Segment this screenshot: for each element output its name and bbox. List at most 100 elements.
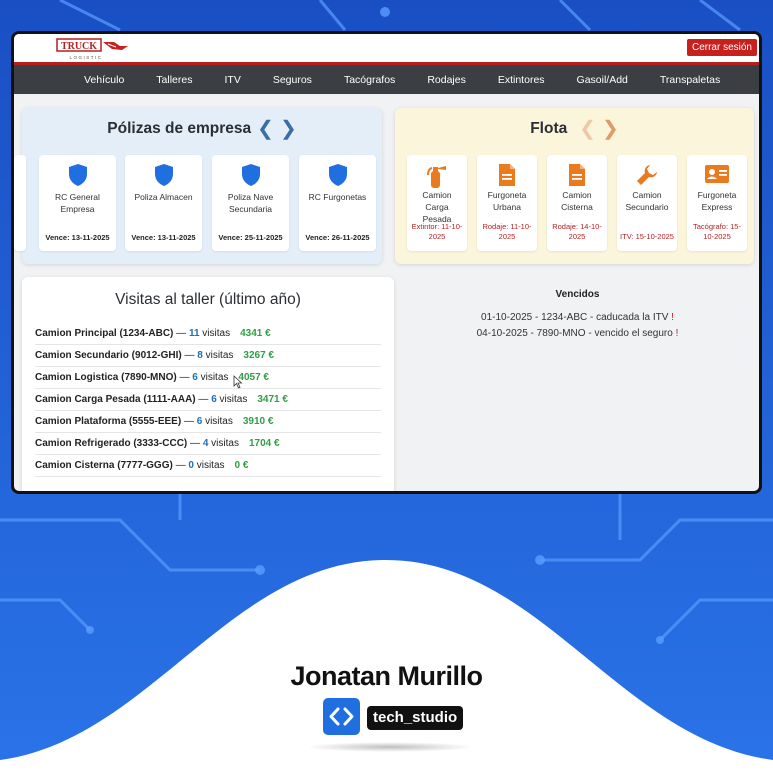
warning-mark: ! bbox=[671, 312, 674, 323]
visit-unit: visitas bbox=[202, 328, 231, 339]
visit-row: Camion Cisterna (7777-GGG) — 0 visitas 0 … bbox=[35, 455, 381, 477]
separator: — bbox=[190, 438, 201, 449]
expired-item: 01-10-2025 - 1234-ABC - caducada la ITV … bbox=[401, 310, 754, 326]
visit-cost: 3910 € bbox=[242, 416, 274, 427]
policy-due-date: Vence: 13-11-2025 bbox=[45, 233, 110, 242]
expired-title: Vencidos bbox=[555, 289, 600, 300]
nav-item-talleres[interactable]: Talleres bbox=[140, 74, 208, 86]
nav-item-transpaletas[interactable]: Transpaletas bbox=[644, 74, 736, 86]
brand-shadow bbox=[305, 742, 475, 752]
nav-item-vehiculo[interactable]: Vehículo bbox=[68, 74, 140, 86]
policy-due-date: Vence: 26-11-2025 bbox=[305, 233, 370, 242]
separator: — bbox=[176, 328, 187, 339]
visit-unit: visitas bbox=[205, 350, 234, 361]
nav-item-itv[interactable]: ITV bbox=[208, 74, 256, 86]
fleet-vehicle-card[interactable]: Furgoneta Urbana Rodaje: 11-10-2025 bbox=[477, 155, 537, 251]
visit-row: Camion Logistica (7890-MNO) — 6 visitas 4… bbox=[35, 367, 381, 389]
vehicle-alert: ITV: 15-10-2025 bbox=[620, 232, 674, 241]
visit-count: 6 bbox=[192, 372, 198, 383]
code-brackets-icon bbox=[323, 698, 360, 735]
visit-row: Camion Carga Pesada (1111-AAA) — 6 visit… bbox=[35, 389, 381, 411]
app-window: TRUCK LOGISTIC Cerrar sesión Vehículo Tal… bbox=[11, 31, 762, 494]
fleet-vehicle-card[interactable]: Camion Carga Pesada Extintor: 11-10-2025 bbox=[407, 155, 467, 251]
fleet-panel: Flota ❮ ❯ Camion Carga Pesada Extintor: 1… bbox=[395, 108, 754, 264]
chevron-left-icon[interactable]: ❮ bbox=[579, 119, 596, 139]
chevron-right-icon[interactable]: ❯ bbox=[280, 119, 297, 139]
fleet-vehicle-card[interactable]: Furgoneta Express Tacógrafo: 15-10-2025 bbox=[687, 155, 747, 251]
logo-subtext: LOGISTIC bbox=[69, 55, 102, 60]
vehicle-name: Camion Cisterna bbox=[561, 190, 593, 212]
warning-mark: ! bbox=[675, 328, 679, 339]
visit-unit: visitas bbox=[205, 416, 233, 427]
visit-unit: visitas bbox=[200, 372, 229, 383]
policy-card[interactable]: Poliza Nave Secundaria Vence: 25-11-2025 bbox=[212, 155, 289, 251]
shield-icon bbox=[241, 163, 261, 192]
chevron-right-icon[interactable]: ❯ bbox=[602, 119, 619, 139]
fleet-vehicle-card[interactable]: Camion Secundario ITV: 15-10-2025 bbox=[617, 155, 677, 251]
policy-card[interactable]: RC General Empresa Vence: 13-11-2025 bbox=[39, 155, 116, 251]
policy-due-date: Vence: 13-11-2025 bbox=[131, 233, 196, 242]
visit-unit: visitas bbox=[211, 438, 239, 449]
nav-item-extintores[interactable]: Extintores bbox=[482, 74, 561, 86]
separator: — bbox=[183, 416, 194, 427]
logo-text: TRUCK bbox=[61, 41, 97, 52]
visit-row: Camion Refrigerado (3333-CCC) — 4 visita… bbox=[35, 433, 381, 455]
visit-list: Camion Principal (1234-ABC) — 11 visitas… bbox=[35, 323, 381, 477]
expired-section: Vencidos 01-10-2025 - 1234-ABC - caducad… bbox=[401, 289, 754, 342]
visit-cost: 3471 € bbox=[257, 394, 288, 405]
vehicle-name: Furgoneta Urbana bbox=[487, 190, 527, 212]
shield-icon bbox=[328, 163, 348, 192]
vehicle-alert: Rodaje: 14-10-2025 bbox=[552, 222, 602, 241]
separator: — bbox=[175, 460, 186, 471]
mouse-cursor-icon bbox=[233, 375, 243, 389]
policy-name: RC Furgonetas bbox=[308, 192, 367, 202]
separator: — bbox=[179, 372, 190, 383]
main-navbar: Vehículo Talleres ITV Seguros Tacógrafos Roda… bbox=[14, 65, 759, 94]
expired-text: 01-10-2025 - 1234-ABC - caducada la ITV bbox=[481, 312, 669, 323]
company-policies-panel: Pólizas de empresa ❮ ❯ RC General Empres… bbox=[14, 108, 382, 264]
vehicle-alert: Extintor: 11-10-2025 bbox=[411, 222, 463, 241]
vehicle-name: Camion Plataforma (5555-EEE) bbox=[35, 416, 182, 427]
visit-count: 0 bbox=[188, 460, 194, 471]
policy-card[interactable]: Poliza Almacen Vence: 13-11-2025 bbox=[125, 155, 202, 251]
vehicle-name: Furgoneta Express bbox=[697, 190, 737, 212]
top-bar: TRUCK LOGISTIC Cerrar sesión bbox=[14, 34, 759, 65]
document-icon bbox=[497, 163, 517, 192]
nav-item-tacografos[interactable]: Tacógrafos bbox=[328, 74, 411, 86]
visit-cost: 4341 € bbox=[240, 328, 271, 339]
policy-due-date: Vence: 25-11-2025 bbox=[218, 233, 283, 242]
shield-icon bbox=[154, 163, 174, 192]
vehicle-name: Camion Logistica (7890-MNO) bbox=[35, 372, 177, 383]
vehicle-alert: Tacógrafo: 15-10-2025 bbox=[693, 222, 741, 241]
policy-name: RC General Empresa bbox=[55, 192, 100, 214]
separator: — bbox=[198, 394, 209, 405]
nav-item-rodajes[interactable]: Rodajes bbox=[411, 74, 482, 86]
id-card-icon bbox=[704, 163, 730, 190]
separator: — bbox=[184, 350, 195, 361]
truck-logistic-logo[interactable]: TRUCK LOGISTIC bbox=[56, 37, 130, 61]
author-name: Jonatan Murillo bbox=[290, 661, 483, 691]
expired-text: 04-10-2025 - 7890-MNO - vencido el segur… bbox=[476, 328, 673, 339]
visit-row: Camion Secundario (9012-GHI) — 8 visitas… bbox=[35, 345, 381, 367]
visit-cost: 0 € bbox=[234, 460, 249, 471]
policies-title: Pólizas de empresa bbox=[107, 120, 252, 137]
policy-card[interactable]: RC Furgonetas Vence: 26-11-2025 bbox=[299, 155, 376, 251]
visit-unit: visitas bbox=[196, 460, 225, 471]
visit-row: Camion Principal (1234-ABC) — 11 visitas… bbox=[35, 323, 381, 345]
shield-icon bbox=[68, 163, 88, 192]
studio-tag: tech_studio bbox=[367, 706, 464, 730]
fleet-title: Flota bbox=[530, 120, 568, 137]
vehicle-name: Camion Principal (1234-ABC) bbox=[35, 328, 174, 339]
visit-row: Camion Plataforma (5555-EEE) — 6 visitas… bbox=[35, 411, 381, 433]
wrench-icon bbox=[635, 163, 659, 192]
expired-list: 01-10-2025 - 1234-ABC - caducada la ITV … bbox=[401, 310, 754, 342]
vehicle-name: Camion Secundario (9012-GHI) bbox=[35, 350, 182, 361]
logout-button[interactable]: Cerrar sesión bbox=[686, 39, 757, 56]
fleet-cards: Camion Carga Pesada Extintor: 11-10-2025 F… bbox=[395, 155, 754, 251]
nav-item-seguros[interactable]: Seguros bbox=[257, 74, 328, 86]
chevron-left-icon[interactable]: ❮ bbox=[257, 119, 274, 139]
visit-unit: visitas bbox=[219, 394, 248, 405]
workshop-visits-panel: Visitas al taller (último año) Camion Pr… bbox=[22, 277, 394, 491]
fleet-vehicle-card[interactable]: Camion Cisterna Rodaje: 14-10-2025 bbox=[547, 155, 607, 251]
nav-item-gasoil-add[interactable]: Gasoil/Add bbox=[561, 74, 644, 86]
